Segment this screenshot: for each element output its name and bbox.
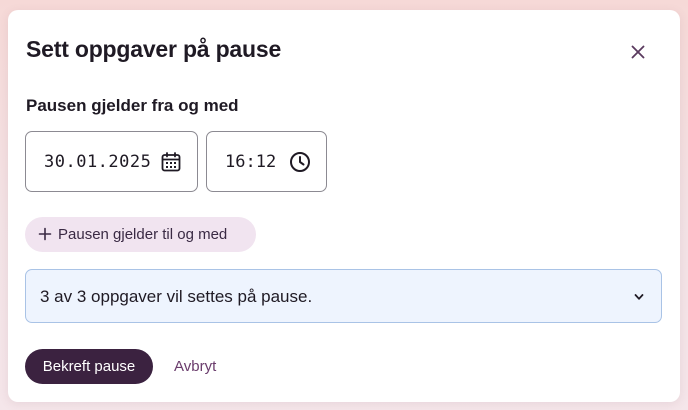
pause-dialog: Sett oppgaver på pause Pausen gjelder fr… xyxy=(8,10,680,402)
affected-tasks-expander[interactable]: 3 av 3 oppgaver vil settes på pause. xyxy=(25,269,662,323)
dialog-title: Sett oppgaver på pause xyxy=(26,36,282,62)
close-icon xyxy=(631,45,645,59)
calendar-icon[interactable] xyxy=(159,150,183,174)
plus-icon xyxy=(38,227,52,241)
close-button[interactable] xyxy=(622,36,654,68)
cancel-button[interactable]: Avbryt xyxy=(168,349,222,384)
date-input[interactable]: 30.01.2025 xyxy=(25,131,198,192)
add-end-date-label: Pausen gjelder til og med xyxy=(58,226,228,243)
date-value: 30.01.2025 xyxy=(44,152,152,172)
confirm-pause-button[interactable]: Bekreft pause xyxy=(25,349,153,384)
time-input[interactable]: 16:12 xyxy=(206,131,327,192)
chevron-down-icon xyxy=(634,294,644,300)
add-end-date-button[interactable]: Pausen gjelder til og med xyxy=(25,217,256,252)
clock-icon[interactable] xyxy=(288,150,312,174)
pause-from-label: Pausen gjelder fra og med xyxy=(26,96,239,115)
time-value: 16:12 xyxy=(225,152,277,172)
affected-tasks-text: 3 av 3 oppgaver vil settes på pause. xyxy=(40,287,313,306)
